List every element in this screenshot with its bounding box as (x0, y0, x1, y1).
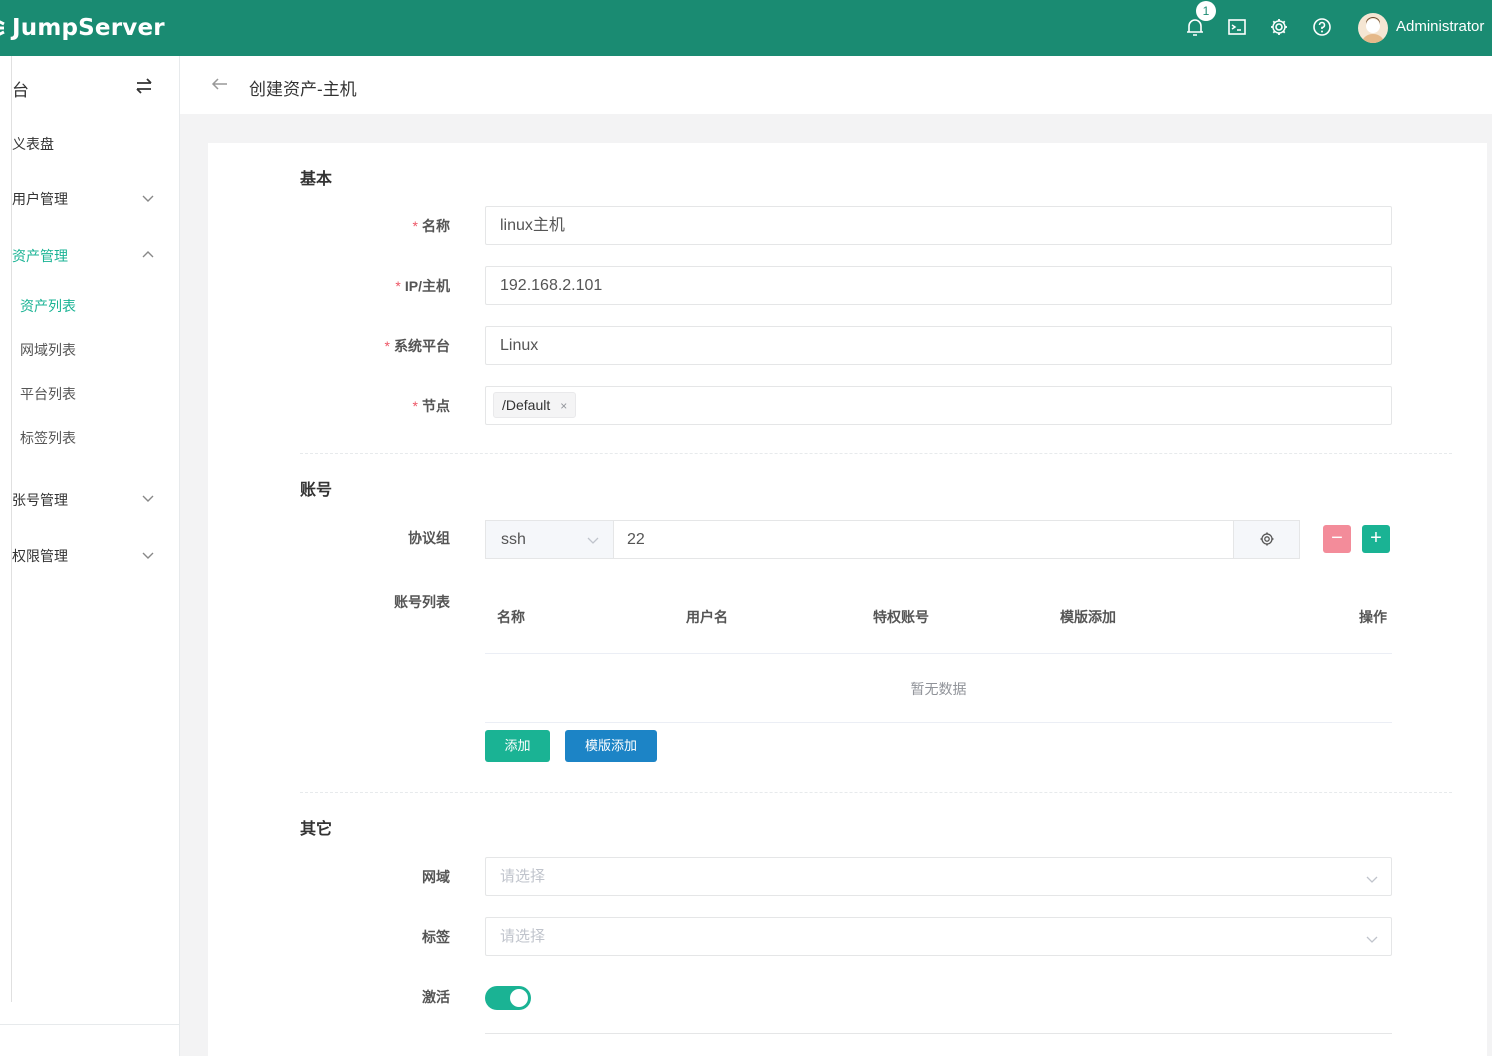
table-empty-text: 暂无数据 (910, 681, 967, 697)
platform-label: * 系统平台 (384, 338, 450, 354)
domain-select[interactable]: 请选择 (485, 857, 1392, 896)
help-icon[interactable] (1311, 16, 1333, 38)
chevron-down-icon (142, 552, 154, 559)
page-header (180, 56, 1492, 114)
sidebar-item-dashboard[interactable]: 义表盘 (12, 134, 54, 154)
swap-icon[interactable] (134, 76, 154, 96)
active-label: 激活 (422, 989, 450, 1005)
add-account-button[interactable]: 添加 (485, 730, 550, 762)
labels-label: 标签 (422, 929, 450, 945)
gear-icon (1260, 532, 1274, 546)
section-title-basic: 基本 (300, 171, 333, 188)
sidebar-title: 台 (12, 81, 29, 100)
chevron-down-icon (142, 195, 154, 202)
chevron-down-icon (1366, 936, 1378, 943)
column-header-actions: 操作 (1359, 609, 1387, 625)
notification-badge: 1 (1196, 1, 1216, 21)
table-header-divider (485, 653, 1392, 654)
name-label: * 名称 (412, 218, 450, 234)
ip-input[interactable]: 192.168.2.101 (485, 266, 1392, 305)
username[interactable]: Administrator (1396, 18, 1484, 35)
sidebar-edge (0, 56, 12, 1002)
template-add-button[interactable]: 模版添加 (565, 730, 657, 762)
chevron-down-icon (142, 495, 154, 502)
protocol-settings-button[interactable] (1233, 520, 1300, 559)
sidebar-item-permissions[interactable]: 权限管理 (12, 546, 68, 566)
node-select[interactable] (485, 386, 1392, 425)
node-label: * 节点 (412, 398, 450, 414)
terminal-icon[interactable] (1226, 16, 1248, 38)
app-name: JumpServer (12, 15, 165, 41)
sidebar-item-assets[interactable]: 资产管理 (12, 246, 68, 266)
labels-select[interactable]: 请选择 (485, 917, 1392, 956)
chevron-down-icon (587, 537, 599, 544)
column-header-template: 模版添加 (1060, 609, 1116, 625)
page-title: 创建资产-主机 (249, 80, 357, 99)
section-divider (300, 792, 1452, 793)
form-bottom-divider (485, 1033, 1392, 1034)
sidebar-item-users[interactable]: 用户管理 (12, 189, 68, 209)
user-avatar-icon (1362, 17, 1384, 43)
node-tag: /Default × (493, 392, 577, 418)
back-arrow-icon[interactable] (210, 74, 230, 94)
logo-mark-icon (0, 20, 5, 36)
section-title-account: 账号 (300, 482, 333, 499)
section-divider (300, 453, 1452, 454)
section-title-other: 其它 (300, 821, 333, 838)
protocol-port-input[interactable]: 22 (613, 520, 1234, 559)
active-toggle[interactable] (485, 986, 531, 1010)
column-header-name: 名称 (497, 609, 525, 625)
column-header-privileged: 特权账号 (873, 609, 929, 625)
remove-protocol-button[interactable]: − (1323, 525, 1351, 553)
sidebar-bottom-divider (0, 1024, 180, 1025)
settings-icon[interactable] (1268, 16, 1290, 38)
sidebar-item-accounts[interactable]: 张号管理 (12, 490, 68, 510)
platform-input[interactable]: Linux (485, 326, 1392, 365)
sidebar-subitem-asset-list[interactable]: 资产列表 (20, 296, 76, 316)
domain-label: 网域 (422, 869, 450, 885)
protocol-label: 协议组 (408, 530, 450, 546)
add-protocol-button[interactable]: + (1362, 525, 1390, 553)
app-logo[interactable]: JumpServer (0, 13, 165, 43)
sidebar-subitem-platform-list[interactable]: 平台列表 (20, 384, 76, 404)
ip-label: * IP/主机 (395, 278, 450, 294)
column-header-username: 用户名 (686, 609, 728, 625)
chevron-down-icon (1366, 876, 1378, 883)
tag-close-icon[interactable]: × (560, 399, 567, 413)
avatar[interactable] (1358, 13, 1388, 43)
sidebar-subitem-domain-list[interactable]: 网域列表 (20, 340, 76, 360)
account-list-label: 账号列表 (394, 594, 450, 610)
name-input[interactable]: linux主机 (485, 206, 1392, 245)
table-bottom-divider (485, 722, 1392, 723)
sidebar-subitem-label-list[interactable]: 标签列表 (20, 428, 76, 448)
chevron-up-icon (142, 251, 154, 258)
toggle-knob (510, 989, 528, 1007)
